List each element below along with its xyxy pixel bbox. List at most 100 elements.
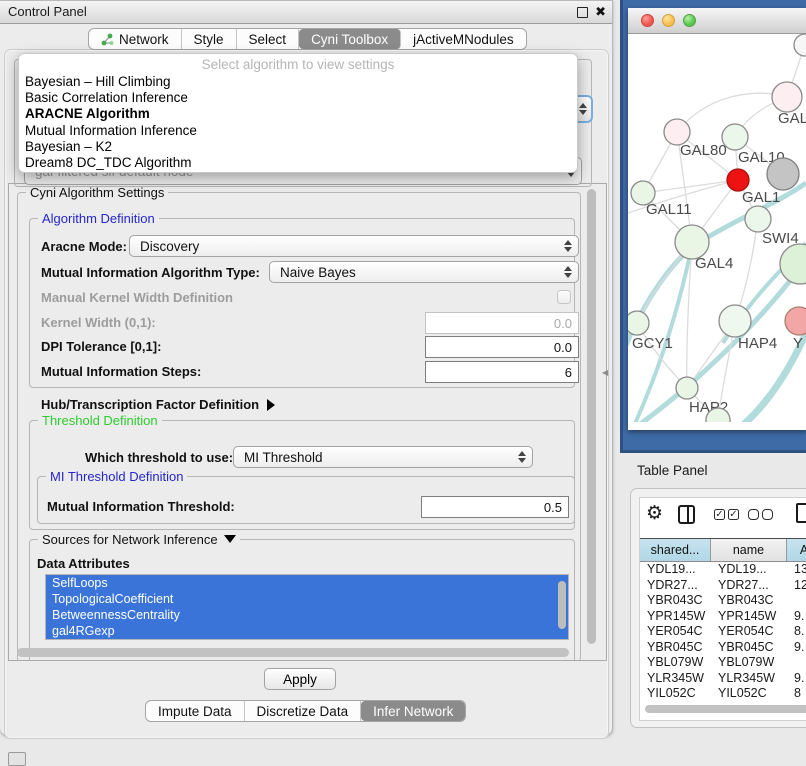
tab-cyni-toolbox[interactable]: Cyni Toolbox — [299, 29, 401, 49]
tab-infer-network[interactable]: Infer Network — [361, 701, 465, 721]
tab-select[interactable]: Select — [237, 29, 300, 49]
close-traffic-light[interactable] — [641, 14, 654, 27]
network-node-gcy1[interactable] — [628, 311, 649, 335]
deselect-all-checkbox-icon-2[interactable] — [762, 509, 773, 520]
manual-kernel-checkbox[interactable] — [557, 290, 571, 304]
list-scrollbar[interactable] — [558, 581, 566, 629]
table-cell — [787, 593, 806, 609]
network-graph: GALGAL80GAL10GAL1GAL11SWI4GAL4GCY1HAP4YH… — [628, 33, 806, 422]
network-icon — [101, 33, 114, 46]
mi-steps-field[interactable]: 6 — [425, 361, 579, 383]
close-icon[interactable]: ✖ — [595, 4, 606, 20]
data-attributes-list[interactable]: SelfLoopsTopologicalCoefficientBetweenne… — [45, 574, 569, 640]
table-row[interactable]: YER054CYER054C8. — [640, 624, 806, 640]
columns-icon[interactable] — [678, 505, 695, 524]
zoom-traffic-light[interactable] — [683, 14, 696, 27]
minimize-traffic-light[interactable] — [662, 14, 675, 27]
network-node-swi4[interactable] — [745, 206, 771, 232]
tab-style[interactable]: Style — [182, 29, 237, 49]
attribute-item[interactable]: SelfLoops — [46, 575, 568, 591]
new-table-icon[interactable] — [796, 503, 806, 523]
table-row[interactable]: YBR043CYBR043C — [640, 593, 806, 609]
table-row[interactable]: YIL052CYIL052C8 — [640, 686, 806, 702]
apply-button-label: Apply — [283, 672, 317, 687]
dpi-tolerance-field[interactable]: 0.0 — [425, 336, 579, 358]
algorithm-option[interactable]: ARACNE Algorithm — [19, 106, 577, 122]
network-node[interactable] — [780, 244, 806, 284]
kernel-width-field[interactable]: 0.0 — [425, 312, 579, 334]
float-window-icon[interactable] — [577, 7, 588, 18]
algorithm-option[interactable]: Mutual Information Inference — [19, 123, 577, 139]
table-cell: YLR345W — [640, 671, 711, 687]
algorithm-option[interactable]: Basic Correlation Inference — [19, 90, 577, 106]
algorithm-option[interactable]: Dream8 DC_TDC Algorithm — [19, 155, 577, 171]
table-panel-titlebar: Table Panel — [620, 453, 806, 486]
table-row[interactable]: YDR27...YDR27...12 — [640, 578, 806, 594]
table-cell: YBR043C — [711, 593, 787, 609]
column-header-shared-name[interactable]: shared... — [640, 539, 711, 561]
mi-threshold-field[interactable]: 0.5 — [421, 496, 569, 518]
table-row[interactable]: YDL19...YDL19...13 — [640, 562, 806, 578]
table-cell: 13 — [787, 562, 806, 578]
expanded-arrow-icon — [224, 535, 236, 543]
table-row[interactable]: YLR345WYLR345W9. — [640, 671, 806, 687]
table-row[interactable]: YPR145WYPR145W9. — [640, 609, 806, 625]
control-panel-tabs: Network Style Select Cyni Toolbox jActiv… — [88, 28, 527, 50]
network-node-gal[interactable] — [772, 82, 802, 112]
network-canvas[interactable]: GALGAL80GAL10GAL1GAL11SWI4GAL4GCY1HAP4YH… — [628, 33, 806, 422]
network-node-gal4[interactable] — [675, 225, 709, 259]
tab-jactivemnodules[interactable]: jActiveMNodules — [401, 29, 526, 49]
table-panel: ⚙ ✓ ✓ shared... name A YDL19...YDL19...1… — [630, 488, 806, 728]
tab-discretize-data-label: Discretize Data — [257, 704, 349, 719]
algorithm-option[interactable]: Bayesian – K2 — [19, 139, 577, 155]
network-node-gal1[interactable] — [727, 169, 749, 191]
algorithm-dropdown-list: Bayesian – Hill ClimbingBasic Correlatio… — [19, 74, 577, 171]
table-header: shared... name A — [640, 538, 806, 562]
sources-title[interactable]: Sources for Network Inference — [38, 532, 240, 547]
column-header-name[interactable]: name — [711, 539, 787, 561]
network-node[interactable] — [767, 158, 799, 190]
column-header-partial[interactable]: A — [787, 539, 806, 561]
table-cell: YIL052C — [711, 686, 787, 702]
select-all-checkbox-icon[interactable]: ✓ — [714, 509, 725, 520]
tab-discretize-data[interactable]: Discretize Data — [245, 701, 362, 721]
column-header-label: shared... — [651, 543, 700, 557]
column-header-label: A — [800, 543, 806, 557]
algorithm-option[interactable]: Bayesian – Hill Climbing — [19, 74, 577, 90]
splitter-collapse-handle[interactable]: ◀ — [602, 368, 610, 378]
table-horizontal-scrollbar[interactable] — [645, 705, 806, 713]
attribute-item[interactable]: gal4RGexp — [46, 623, 568, 639]
attribute-item[interactable]: BetweennessCentrality — [46, 607, 568, 623]
table-cell: 12 — [787, 578, 806, 594]
settings-vertical-scrollbar[interactable] — [587, 189, 596, 644]
algorithm-definition-title: Algorithm Definition — [38, 211, 159, 226]
algorithm-dropdown-popup: Select algorithm to view settings Bayesi… — [18, 53, 578, 173]
apply-button[interactable]: Apply — [264, 668, 336, 690]
select-all-checkbox-icon-2[interactable]: ✓ — [728, 509, 739, 520]
cyni-settings-panel: Cyni Algorithm Settings Algorithm Defini… — [8, 183, 607, 661]
deselect-all-checkbox-icon[interactable] — [748, 509, 759, 520]
tab-impute-data[interactable]: Impute Data — [146, 701, 245, 721]
which-threshold-combo[interactable]: MI Threshold — [233, 446, 533, 468]
gear-icon[interactable]: ⚙ — [646, 502, 663, 525]
hub-definition-toggle[interactable]: Hub/Transcription Factor Definition — [41, 397, 275, 412]
aracne-mode-value: Discovery — [130, 239, 560, 254]
network-node-y[interactable] — [785, 307, 806, 335]
network-node-hap2[interactable] — [676, 377, 698, 399]
tab-impute-data-label: Impute Data — [158, 704, 232, 719]
attribute-item[interactable]: TopologicalCoefficient — [46, 591, 568, 607]
mi-type-combo[interactable]: Naive Bayes — [269, 261, 579, 283]
aracne-mode-combo[interactable]: Discovery — [129, 235, 579, 257]
settings-horizontal-scrollbar[interactable] — [17, 648, 569, 657]
network-edge[interactable] — [643, 180, 738, 193]
bottom-corner-icon[interactable] — [8, 752, 26, 766]
table-cell: YER054C — [640, 624, 711, 640]
network-view-window: GALGAL80GAL10GAL1GAL11SWI4GAL4GCY1HAP4YH… — [628, 8, 806, 430]
table-row[interactable]: YBR045CYBR045C9. — [640, 640, 806, 656]
table-row[interactable]: YBL079WYBL079W — [640, 655, 806, 671]
tab-network[interactable]: Network — [89, 29, 182, 49]
network-node-hap4[interactable] — [719, 305, 751, 337]
network-node[interactable] — [794, 34, 806, 56]
network-window-titlebar[interactable] — [628, 8, 806, 34]
network-node-gal10[interactable] — [722, 124, 748, 150]
